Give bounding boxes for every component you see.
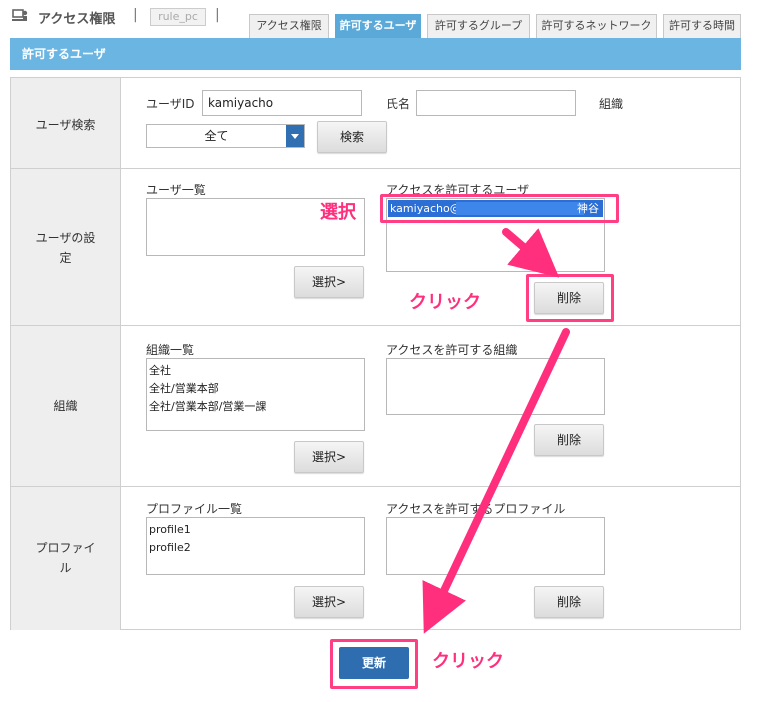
annotation-click-delete: クリック [409,292,481,313]
arrow-to-update [422,328,570,634]
annotation-select: 選択 [320,202,356,223]
annotation-click-update: クリック [432,651,504,672]
annotation-arrows [422,228,570,634]
arrow-to-delete [502,228,560,278]
